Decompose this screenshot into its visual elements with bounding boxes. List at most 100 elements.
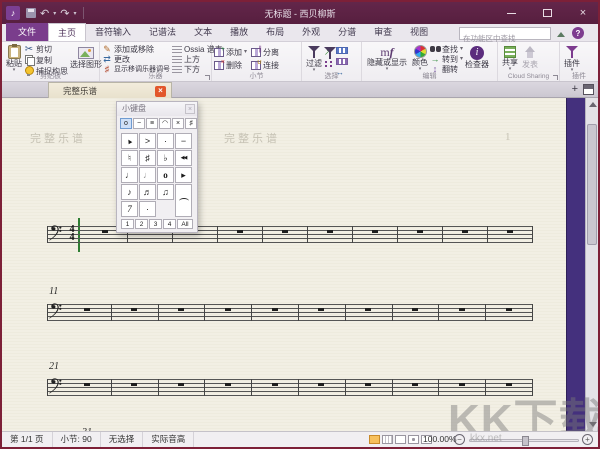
keypad-tie-button[interactable] (175, 184, 192, 217)
score-page[interactable]: 完整乐谱 完整乐谱 1 31 441121 (2, 98, 567, 431)
ribbon-tab-2[interactable]: 记谱法 (140, 23, 185, 41)
ribbon-tab-1[interactable]: 音符输入 (86, 23, 140, 41)
ribbon-tab-8[interactable]: 审查 (365, 23, 401, 41)
plugins-button[interactable]: 插件 ▾ (562, 44, 582, 73)
whole-bar-rest (318, 308, 324, 311)
keypad-half-note-button[interactable]: ♩ (139, 167, 156, 183)
keypad-tab-beams-tremolos-page[interactable]: ≡ (146, 118, 158, 129)
keypad-tab-jazz-articulations-page[interactable]: × (172, 118, 184, 129)
new-tab-button[interactable]: + (572, 83, 578, 96)
change-instrument-button[interactable]: ⇄更改 (102, 55, 170, 64)
focus-view-icon[interactable] (408, 435, 419, 444)
select-system-button[interactable] (336, 58, 348, 65)
keypad-layout-All[interactable]: All (177, 219, 193, 229)
redo-button[interactable]: ↷ (60, 7, 69, 20)
scroll-up-icon[interactable] (589, 102, 597, 107)
keypad-grace-note-button[interactable]: ◀◀ (175, 150, 192, 166)
keypad-layout-3[interactable]: 3 (149, 219, 162, 229)
ribbon-tab-5[interactable]: 布局 (257, 23, 293, 41)
staff-system-2[interactable]: 11 (47, 304, 532, 321)
select-dots-button[interactable] (324, 60, 334, 68)
document-tab-full-score[interactable]: 完整乐谱 × (48, 82, 172, 98)
ribbon-tab-4[interactable]: 播放 (221, 23, 257, 41)
redo-dropdown-icon[interactable]: ▾ (73, 10, 76, 17)
ribbon-tab-0[interactable]: 主页 (48, 23, 86, 41)
paste-button[interactable]: 粘贴 ▾ (4, 44, 24, 73)
panorama-view-icon[interactable] (382, 435, 393, 444)
keypad-quarter-note-button[interactable]: ♩ (121, 167, 138, 183)
cut-button[interactable]: ✂剪切 (24, 45, 68, 54)
spread-view-icon[interactable] (395, 435, 406, 444)
add-bar-button[interactable]: +添加▾ (214, 48, 247, 57)
window-switch-icon[interactable] (583, 84, 594, 95)
add-remove-instruments-button[interactable]: ✎添加或移除 (102, 45, 170, 54)
site-watermark-url: kkx.net (470, 433, 502, 444)
app-icon[interactable]: ♪ (6, 6, 20, 20)
publish-button[interactable]: 发表 (520, 44, 540, 73)
keypad-cue-button[interactable]: ▸ (175, 167, 192, 183)
inspector-button[interactable]: i 检查器 (463, 44, 491, 73)
minimize-button[interactable] (500, 5, 522, 21)
help-button[interactable]: ? (572, 27, 584, 39)
keypad-sharp-button[interactable]: ♯ (139, 150, 156, 166)
keypad-tab-articulations-page[interactable]: ◠ (159, 118, 171, 129)
keypad-whole-note-button[interactable]: o (157, 167, 174, 183)
collapse-ribbon-icon[interactable] (557, 32, 565, 37)
undo-button[interactable]: ↶ (40, 7, 49, 20)
keypad-tab-more-notes-page[interactable]: − (133, 118, 145, 129)
staff-line (47, 238, 532, 239)
goto-button[interactable]: →转到▾ (430, 55, 463, 64)
keypad-flat-button[interactable]: ♭ (157, 150, 174, 166)
keypad-rest-button[interactable]: 7 (121, 201, 138, 217)
page-view-icon[interactable] (369, 435, 380, 444)
keypad-panel[interactable]: 小键盘 × o−≡◠×♯ ▲>·−♮♯♭◀◀♩♩o▸♪♬♫7· 1234All (116, 101, 198, 233)
find-button[interactable]: 查找▾ (430, 45, 463, 54)
keypad-pointer-button[interactable]: ▲ (121, 133, 138, 149)
keypad-close-icon[interactable]: × (185, 104, 195, 114)
keypad-layout-1[interactable]: 1 (121, 219, 134, 229)
keypad-tenuto-button[interactable]: − (175, 133, 192, 149)
keypad-rhythm-dot-button[interactable]: · (139, 201, 156, 217)
select-graphic-button[interactable]: 选择图形 (68, 44, 104, 73)
zoom-in-button[interactable]: + (582, 434, 593, 445)
keypad-tab-accidentals-page[interactable]: ♯ (185, 118, 197, 129)
tab-file[interactable]: 文件 (6, 23, 48, 41)
hide-show-button[interactable]: mf 隐藏或显示 ▾ (364, 44, 410, 73)
ribbon-tab-6[interactable]: 外观 (293, 23, 329, 41)
vertical-scrollbar[interactable] (585, 98, 598, 431)
zoom-out-button[interactable]: − (454, 434, 465, 445)
barline (392, 304, 393, 321)
keypad-natural-button[interactable]: ♮ (121, 150, 138, 166)
keypad-thirtysecond-note-button[interactable]: ♫ (157, 184, 174, 200)
whole-bar-rest (506, 308, 512, 311)
ribbon-tab-7[interactable]: 分谱 (329, 23, 365, 41)
delete-bar-button[interactable]: ×删除 (214, 61, 247, 70)
title-bar[interactable]: ♪ ↶▾ ↷▾ 无标题 - 西贝柳斯 × (2, 2, 598, 24)
keypad-staccato-button[interactable]: · (157, 133, 174, 149)
color-button[interactable]: 颜色 ▾ (410, 44, 430, 73)
maximize-button[interactable] (536, 5, 558, 21)
keypad-sixteenth-note-button[interactable]: ♬ (139, 184, 156, 200)
keypad-tab-common-notes-page[interactable]: o (120, 118, 132, 129)
keypad-layout-4[interactable]: 4 (163, 219, 176, 229)
copy-button[interactable]: 复制 (24, 55, 68, 65)
ribbon-tab-3[interactable]: 文本 (185, 23, 221, 41)
document-tab-close-icon[interactable]: × (155, 86, 166, 97)
close-button[interactable]: × (572, 5, 594, 21)
ribbon-tab-9[interactable]: 视图 (401, 23, 437, 41)
undo-dropdown-icon[interactable]: ▾ (53, 10, 56, 17)
scrollbar-thumb[interactable] (587, 124, 597, 245)
dialog-launcher-icon[interactable] (553, 75, 558, 80)
split-bar-button[interactable]: ∥分离 (251, 48, 279, 57)
save-icon[interactable] (26, 8, 36, 18)
keypad-accent-button[interactable]: > (139, 133, 156, 149)
join-bar-button[interactable]: ∪连接 (251, 61, 279, 70)
zoom-slider-thumb[interactable] (522, 436, 529, 446)
filter-button[interactable]: 过滤 ▾ (304, 44, 324, 73)
share-button[interactable]: 共享 ▾ (500, 44, 520, 73)
dialog-launcher-icon[interactable] (205, 75, 210, 80)
keypad-eighth-note-button[interactable]: ♪ (121, 184, 138, 200)
status-pitch[interactable]: 实际音高 (143, 432, 194, 447)
select-bars-button[interactable] (336, 47, 348, 54)
keypad-layout-2[interactable]: 2 (135, 219, 148, 229)
